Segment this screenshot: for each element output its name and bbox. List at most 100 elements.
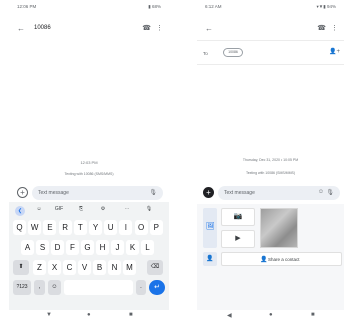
key-h[interactable]: H — [96, 240, 109, 255]
key-s[interactable]: S — [36, 240, 49, 255]
video-icon: ▶ — [235, 235, 241, 242]
key-n[interactable]: N — [108, 260, 121, 275]
battery-indicator: ▮ 68% — [148, 4, 161, 9]
settings-icon[interactable]: ⚙ — [97, 206, 109, 212]
key-a[interactable]: A — [21, 240, 34, 255]
key-q[interactable]: Q — [13, 220, 26, 235]
nav-recents-icon[interactable]: ■ — [311, 312, 315, 318]
back-arrow-icon[interactable]: ← — [205, 24, 213, 33]
key-d[interactable]: D — [51, 240, 64, 255]
status-bar: 12:06 PM ▮ 68% — [17, 3, 161, 11]
sticker-icon[interactable]: ☺ — [33, 206, 45, 212]
key-l[interactable]: L — [141, 240, 154, 255]
person-icon: 👤 — [260, 257, 268, 263]
keyboard-collapse-icon[interactable]: ❮ — [15, 206, 25, 216]
status-time: 6:12 AM — [205, 4, 222, 9]
add-people-icon[interactable]: 👤+ — [329, 48, 340, 55]
emoji-icon[interactable]: ☺ — [318, 189, 324, 195]
gif-button[interactable]: GIF — [53, 206, 65, 212]
to-label: To — [203, 51, 208, 56]
key-y[interactable]: Y — [89, 220, 102, 235]
nav-home-icon[interactable]: ● — [87, 312, 91, 318]
key-row-4: ?123 , ☺ . ↵ — [13, 280, 165, 295]
key-j[interactable]: J — [111, 240, 124, 255]
overflow-menu-icon[interactable]: ⋮ — [331, 24, 338, 32]
text-message-input[interactable]: Text message 🎙 — [32, 186, 163, 200]
status-icons: ▾▼▮ 94% — [316, 4, 336, 9]
key-p[interactable]: P — [149, 220, 163, 235]
key-b[interactable]: B — [93, 260, 106, 275]
app-bar: ← ☎ ⋮ — [205, 24, 338, 36]
phone-call-icon[interactable]: ☎ — [317, 24, 326, 32]
attach-plus-button[interactable]: + — [17, 187, 28, 198]
status-bar: 6:12 AM ▾▼▮ 94% — [205, 3, 336, 11]
texting-note: Texting with 10086 (SMS/MMS) — [64, 172, 114, 176]
divider — [197, 64, 344, 65]
contact-tab-icon: 👤 — [206, 256, 214, 262]
keyboard: ❮ ☺ GIF ⎘ ⚙ ⋯ 🎙 Q W E R T Y U I O P A S … — [9, 202, 169, 310]
symbols-key[interactable]: ?123 — [13, 280, 31, 295]
key-g[interactable]: G — [81, 240, 94, 255]
gallery-icon: 🖼 — [206, 223, 215, 230]
camera-button[interactable]: 📷 — [221, 208, 255, 226]
text-message-placeholder: Text message — [224, 190, 255, 196]
conversation-date: Thursday, Dec 31, 2020 • 10:05 PM — [242, 158, 299, 162]
gallery-photo-thumbnail[interactable] — [260, 208, 298, 248]
more-icon[interactable]: ⋯ — [121, 206, 133, 212]
key-z[interactable]: Z — [33, 260, 46, 275]
key-m[interactable]: M — [123, 260, 136, 275]
key-x[interactable]: X — [48, 260, 61, 275]
enter-key[interactable]: ↵ — [149, 280, 165, 295]
nav-recents-icon[interactable]: ■ — [129, 312, 133, 318]
system-nav-bar: ▼ ● ■ — [9, 310, 169, 324]
key-e[interactable]: E — [43, 220, 57, 235]
keyboard-mic-icon[interactable]: 🎙 — [143, 206, 155, 212]
period-key[interactable]: . — [136, 280, 146, 295]
key-o[interactable]: O — [134, 220, 148, 235]
voice-input-icon[interactable]: 🎙 — [149, 189, 157, 196]
key-r[interactable]: R — [58, 220, 72, 235]
key-k[interactable]: K — [126, 240, 139, 255]
overflow-menu-icon[interactable]: ⋮ — [156, 24, 163, 32]
gallery-tab[interactable]: 🖼 — [203, 208, 217, 248]
text-message-placeholder: Text message — [38, 190, 69, 196]
recipient-chip[interactable]: 10086 — [223, 48, 243, 57]
texting-note: Texting with 10086 (SMS/MMS) — [245, 171, 296, 175]
emoji-key[interactable]: ☺ — [48, 280, 61, 295]
compose-bar: + Text message 🎙 — [17, 186, 163, 200]
system-nav-bar: ◀ ● ■ — [197, 310, 344, 324]
key-w[interactable]: W — [28, 220, 42, 235]
keyboard-toolbar: ❮ ☺ GIF ⎘ ⚙ ⋯ 🎙 — [15, 206, 163, 216]
key-u[interactable]: U — [104, 220, 118, 235]
comma-key[interactable]: , — [34, 280, 45, 295]
attach-plus-button[interactable]: + — [203, 187, 214, 198]
conversation-title: 10086 — [34, 25, 51, 31]
key-c[interactable]: C — [63, 260, 76, 275]
left-screen: 12:06 PM ▮ 68% ← 10086 ☎ ⋮ 12:03 PM Text… — [9, 0, 169, 324]
key-v[interactable]: V — [78, 260, 91, 275]
camera-icon: 📷 — [233, 213, 243, 220]
key-i[interactable]: I — [119, 220, 133, 235]
share-contact-label: Share a contact — [268, 257, 300, 262]
status-time: 12:06 PM — [17, 4, 37, 9]
divider — [197, 40, 344, 41]
clipboard-icon[interactable]: ⎘ — [75, 206, 87, 212]
share-contact-button[interactable]: 👤 Share a contact — [221, 252, 342, 266]
text-message-input[interactable]: Text message ☺ 🎙 — [218, 186, 340, 200]
backspace-key[interactable]: ⌫ — [147, 260, 163, 275]
right-screen: 6:12 AM ▾▼▮ 94% ← ☎ ⋮ To 10086 👤+ Thursd… — [197, 0, 344, 324]
recipient-row: To 10086 👤+ — [203, 48, 340, 60]
key-f[interactable]: F — [66, 240, 79, 255]
app-bar: ← 10086 ☎ ⋮ — [17, 24, 163, 36]
back-arrow-icon[interactable]: ← — [17, 24, 25, 33]
contact-tab[interactable]: 👤 — [203, 252, 217, 266]
nav-home-icon[interactable]: ● — [269, 312, 273, 318]
video-button[interactable]: ▶ — [221, 230, 255, 248]
shift-key[interactable]: ⬆ — [13, 260, 29, 275]
key-t[interactable]: T — [73, 220, 87, 235]
nav-back-icon[interactable]: ▼ — [46, 312, 52, 318]
nav-back-icon[interactable]: ◀ — [227, 312, 232, 319]
phone-call-icon[interactable]: ☎ — [142, 24, 151, 32]
voice-input-icon[interactable]: 🎙 — [326, 189, 334, 196]
space-key[interactable] — [64, 280, 133, 295]
